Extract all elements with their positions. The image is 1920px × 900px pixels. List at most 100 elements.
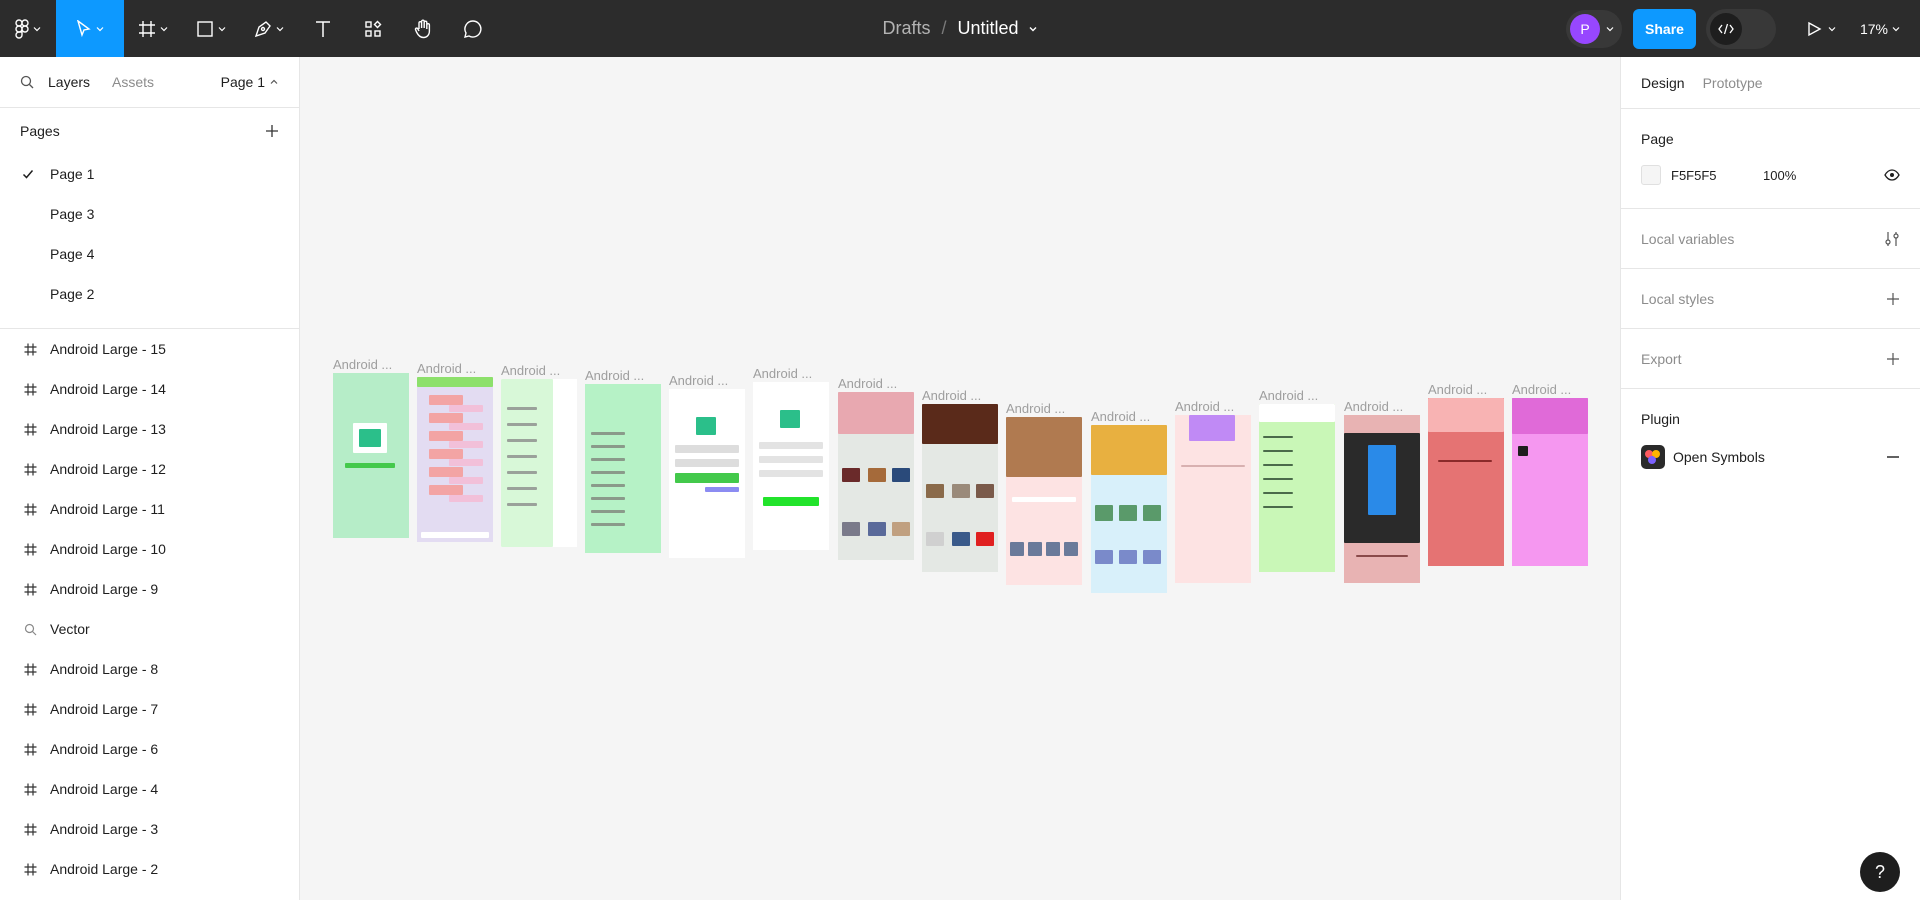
resources-button[interactable] [348,0,398,57]
layer-row[interactable]: Vector [0,609,299,649]
search-icon[interactable] [20,75,34,89]
layer-row[interactable]: Android Large - 9 [0,569,299,609]
canvas-frame[interactable]: Android ... [1344,399,1420,583]
main-menu-button[interactable] [0,0,56,57]
tab-design[interactable]: Design [1641,75,1685,91]
layer-row[interactable]: Android Large - 2 [0,849,299,889]
page-item[interactable]: Page 1 [0,154,299,194]
layer-row[interactable]: Android Large - 7 [0,689,299,729]
layer-row[interactable]: Android Large - 14 [0,369,299,409]
hand-tool-button[interactable] [398,0,448,57]
frame-label[interactable]: Android ... [669,373,728,388]
frame-label[interactable]: Android ... [1344,399,1403,414]
zoom-dropdown[interactable]: 17% [1860,21,1900,37]
thumb [976,532,994,546]
export-label: Export [1641,350,1682,367]
layer-row[interactable]: Android Large - 12 [0,449,299,489]
play-icon [1808,21,1822,36]
add-export-icon[interactable] [1886,352,1900,366]
pages-header: Pages [0,108,299,154]
canvas-frame[interactable]: Android ... [417,361,493,542]
page-color-value[interactable]: F5F5F5 [1671,168,1763,183]
frame-label[interactable]: Android ... [753,366,812,381]
add-page-icon[interactable] [265,124,279,138]
share-button[interactable]: Share [1633,8,1696,49]
frame-label[interactable]: Android ... [838,376,897,391]
shape-tool-button[interactable] [182,0,240,57]
canvas-frame[interactable]: Android ... [585,368,661,553]
layer-row[interactable]: Android Large - 13 [0,409,299,449]
tab-layers[interactable]: Layers [48,74,90,90]
text-tool-button[interactable] [298,0,348,57]
button [705,487,739,492]
frame-label[interactable]: Android ... [501,363,560,378]
page-opacity-value[interactable]: 100% [1763,168,1796,183]
layer-name: Android Large - 12 [50,461,166,477]
canvas-frame[interactable]: Android ... [838,376,914,560]
canvas-frame[interactable]: Android ... [501,363,577,547]
toolbar-right: P Share 17% [1566,0,1920,57]
page-item[interactable]: Page 2 [0,274,299,314]
remove-plugin-icon[interactable] [1886,450,1900,464]
canvas-frame[interactable]: Android ... [922,388,998,572]
layer-row[interactable]: Android Large - 8 [0,649,299,689]
canvas-frame[interactable]: Android ... [333,357,409,538]
frame-label[interactable]: Android ... [417,361,476,376]
canvas-frame[interactable]: Android ... [669,373,745,558]
eye-icon[interactable] [1884,169,1900,181]
canvas[interactable]: Android ... Android ... Android ... Android… [300,57,1620,900]
plugin-name: Open Symbols [1673,449,1765,465]
canvas-frame[interactable]: Android ... [1512,382,1588,566]
message [429,395,463,405]
canvas-frame[interactable]: Android ... [1428,382,1504,566]
tab-prototype[interactable]: Prototype [1703,75,1763,91]
page-selector[interactable]: Page 1 [221,74,279,90]
frame-label[interactable]: Android ... [1512,382,1571,397]
page-item[interactable]: Page 3 [0,194,299,234]
frame-label[interactable]: Android ... [922,388,981,403]
export-row[interactable]: Export [1621,329,1920,389]
frame-label[interactable]: Android ... [1428,382,1487,397]
canvas-frame[interactable]: Android ... [1175,399,1251,583]
layer-row[interactable]: Android Large - 6 [0,729,299,769]
help-button[interactable]: ? [1860,852,1900,892]
file-title[interactable]: Untitled [958,18,1019,39]
frame-label[interactable]: Android ... [333,357,392,372]
chevron-down-icon[interactable] [1028,24,1038,34]
page-item[interactable]: Page 4 [0,234,299,274]
local-variables-row[interactable]: Local variables [1621,209,1920,269]
page-color-swatch[interactable] [1641,165,1661,185]
breadcrumb-drafts[interactable]: Drafts [882,18,930,39]
input [1012,497,1076,502]
frame-tool-button[interactable] [124,0,182,57]
frame-label[interactable]: Android ... [585,368,644,383]
comment-tool-button[interactable] [448,0,498,57]
layer-row[interactable]: Android Large - 3 [0,809,299,849]
canvas-frame[interactable]: Android ... [1259,388,1335,572]
rectangle-icon [197,20,213,37]
canvas-frame[interactable]: Android ... [1091,409,1167,593]
frame-label[interactable]: Android ... [1091,409,1150,424]
layer-row[interactable]: Android Large - 11 [0,489,299,529]
canvas-frame[interactable]: Android ... [1006,401,1082,585]
frame-thumbnail [1175,415,1251,583]
frame-label[interactable]: Android ... [1175,399,1234,414]
pen-tool-button[interactable] [240,0,298,57]
local-styles-row[interactable]: Local styles [1621,269,1920,329]
add-style-icon[interactable] [1886,292,1900,306]
message [449,405,483,412]
dev-mode-toggle[interactable] [1705,8,1776,49]
canvas-frame[interactable]: Android ... [753,366,829,550]
tab-assets[interactable]: Assets [112,74,154,90]
frame-label[interactable]: Android ... [1006,401,1065,416]
move-tool-button[interactable] [56,0,124,57]
frame-label[interactable]: Android ... [1259,388,1318,403]
figma-logo-icon [15,18,29,39]
layer-row[interactable]: Android Large - 4 [0,769,299,809]
present-button[interactable] [1806,21,1836,37]
multiplayer-button[interactable]: P [1566,9,1623,48]
layer-row[interactable]: Android Large - 15 [0,329,299,369]
plugin-item[interactable]: Open Symbols [1641,435,1900,479]
layer-row[interactable]: Android Large - 10 [0,529,299,569]
variables-icon[interactable] [1884,231,1900,247]
